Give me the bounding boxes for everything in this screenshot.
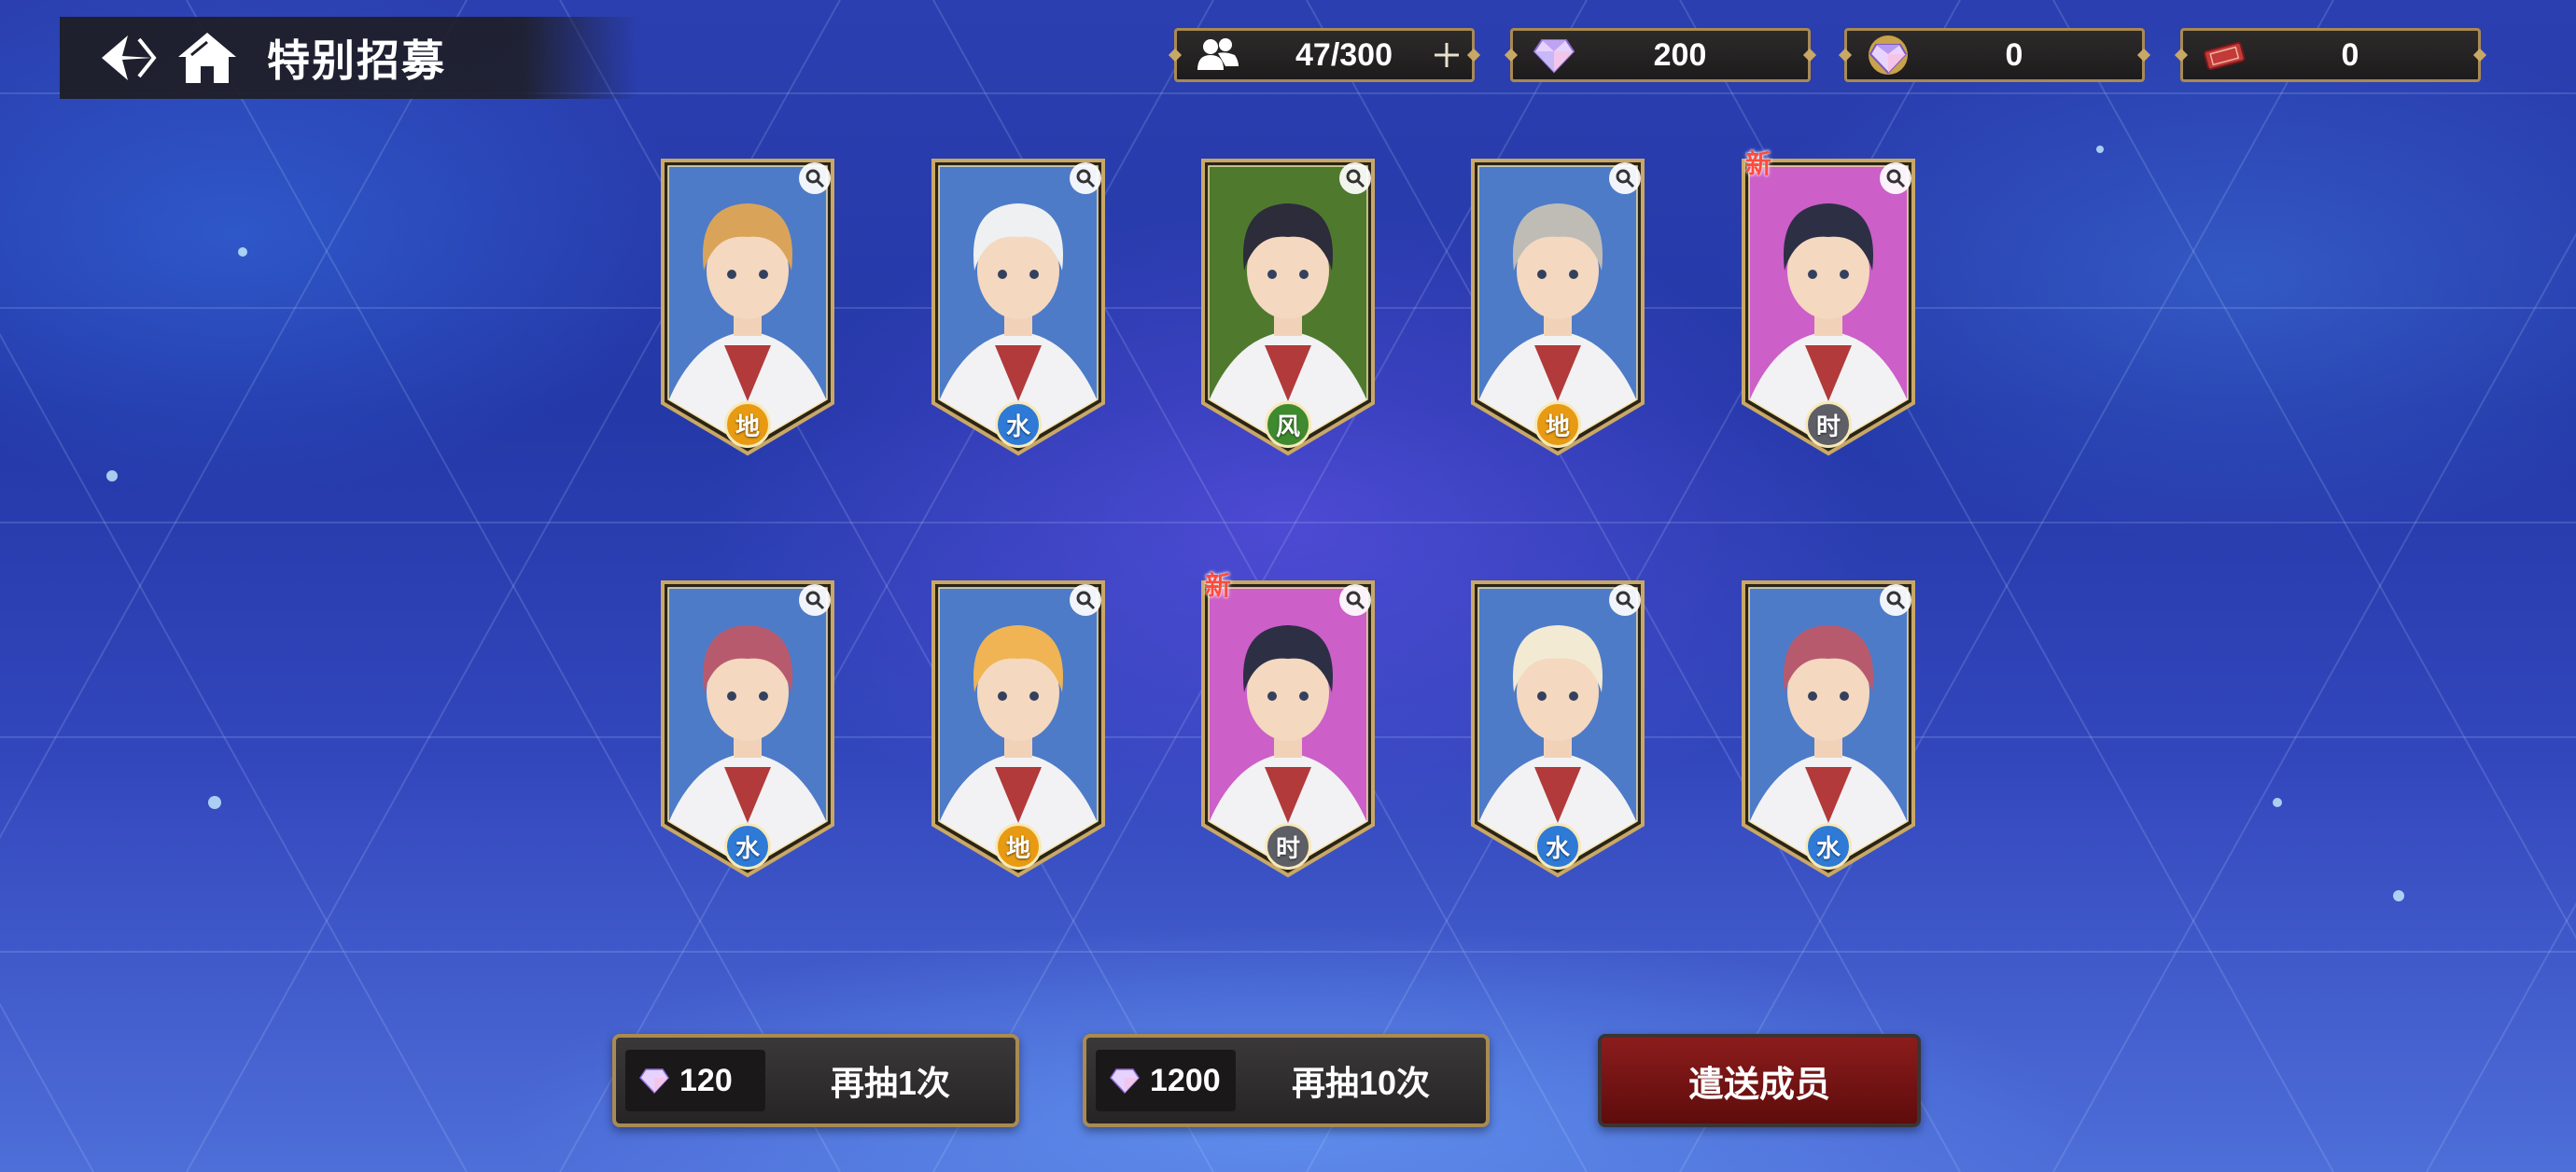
gem-count-value: 200 [1653, 36, 1707, 73]
element-badge: 时 [1805, 401, 1852, 448]
character-card[interactable]: 水 [930, 159, 1107, 457]
people-icon [1192, 32, 1244, 78]
element-badge: 风 [1265, 401, 1311, 448]
draw-ten-cost-value: 1200 [1150, 1062, 1221, 1098]
ticket-count-value: 0 [2341, 36, 2359, 73]
draw-once-label: 再抽1次 [830, 1064, 951, 1102]
back-button[interactable] [90, 21, 164, 95]
character-card[interactable]: 水 [659, 580, 836, 879]
new-badge: 新 [1745, 149, 1772, 178]
magnifier-icon[interactable] [1339, 162, 1371, 194]
magnifier-icon[interactable] [1609, 162, 1641, 194]
premium-gem-icon [1862, 32, 1914, 78]
magnifier-icon[interactable] [1880, 584, 1911, 616]
member-count-bar: 47/300 [1174, 28, 1475, 82]
character-card[interactable]: 时新 [1199, 571, 1377, 879]
element-badge: 水 [724, 823, 771, 870]
element-badge: 地 [724, 401, 771, 448]
element-badge: 地 [995, 823, 1042, 870]
element-badge: 地 [1534, 401, 1581, 448]
character-card[interactable]: 时新 [1740, 149, 1917, 457]
magnifier-icon[interactable] [1609, 584, 1641, 616]
dispatch-members-button[interactable]: 遣送成员 [1598, 1034, 1921, 1127]
draw-once-cost: 120 [625, 1050, 765, 1111]
magnifier-icon[interactable] [1070, 162, 1101, 194]
gem-count-bar: 200 [1510, 28, 1811, 82]
member-count-value: 47/300 [1295, 36, 1393, 73]
element-badge: 水 [1534, 823, 1581, 870]
gem-icon [1528, 32, 1580, 78]
draw-ten-label: 再抽10次 [1291, 1064, 1431, 1102]
gem-icon [1110, 1068, 1140, 1095]
draw-once-button[interactable]: 120 再抽1次 [612, 1034, 1019, 1127]
add-capacity-icon[interactable] [1433, 41, 1461, 69]
magnifier-icon[interactable] [1070, 584, 1101, 616]
back-arrow-icon [102, 35, 157, 80]
element-badge: 水 [995, 401, 1042, 448]
gem-icon [639, 1068, 669, 1095]
draw-ten-cost: 1200 [1096, 1050, 1236, 1111]
character-card[interactable]: 水 [1740, 580, 1917, 879]
premium-gem-count-value: 0 [2005, 36, 2023, 73]
character-card[interactable]: 水 [1469, 580, 1646, 879]
page-title: 特别招募 [267, 36, 446, 85]
draw-ten-button[interactable]: 1200 再抽10次 [1083, 1034, 1490, 1127]
nav-bar: 特别招募 [60, 17, 638, 99]
draw-once-cost-value: 120 [679, 1062, 733, 1098]
character-card[interactable]: 地 [1469, 159, 1646, 457]
element-badge: 水 [1805, 823, 1852, 870]
character-card[interactable]: 地 [659, 159, 836, 457]
element-badge: 时 [1265, 823, 1311, 870]
character-card[interactable]: 地 [930, 580, 1107, 879]
character-card[interactable]: 风 [1199, 159, 1377, 457]
magnifier-icon[interactable] [799, 584, 831, 616]
magnifier-icon[interactable] [1880, 162, 1911, 194]
magnifier-icon[interactable] [799, 162, 831, 194]
premium-gem-count-bar: 0 [1844, 28, 2145, 82]
home-button[interactable] [170, 21, 245, 95]
magnifier-icon[interactable] [1339, 584, 1371, 616]
ticket-count-bar: 0 [2180, 28, 2481, 82]
home-icon [178, 33, 236, 83]
new-badge: 新 [1205, 571, 1232, 600]
ticket-icon [2198, 32, 2250, 78]
